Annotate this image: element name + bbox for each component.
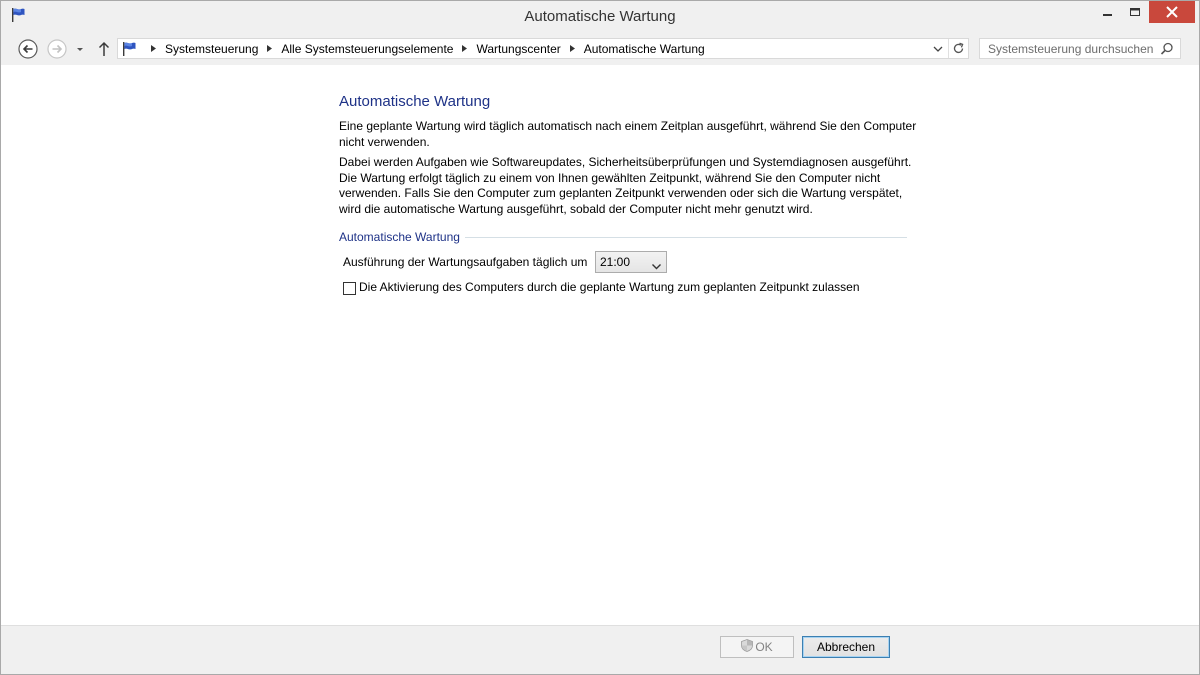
breadcrumb-item[interactable]: Alle Systemsteuerungselemente xyxy=(281,42,453,56)
close-icon xyxy=(1166,6,1178,18)
window: Automatische Wartung Systemsteuerung All… xyxy=(0,0,1200,675)
ok-button[interactable]: OK xyxy=(720,636,794,658)
navigation-bar: Systemsteuerung Alle Systemsteuerungsele… xyxy=(1,33,1199,65)
back-button[interactable] xyxy=(17,38,39,60)
breadcrumb-item[interactable]: Wartungscenter xyxy=(476,42,560,56)
wake-computer-label[interactable]: Die Aktivierung des Computers durch die … xyxy=(359,280,860,294)
chevron-down-icon xyxy=(77,48,83,51)
control-panel-flag-icon xyxy=(121,41,137,60)
up-arrow-icon xyxy=(98,41,110,56)
breadcrumb-item[interactable]: Systemsteuerung xyxy=(165,42,258,56)
back-arrow-icon xyxy=(18,39,38,59)
search-icon[interactable] xyxy=(1160,42,1174,59)
minimize-button[interactable] xyxy=(1094,1,1121,23)
maximize-button[interactable] xyxy=(1121,1,1149,23)
dialog-footer: OK Abbrechen xyxy=(1,626,1199,674)
search-box[interactable]: Systemsteuerung durchsuchen xyxy=(979,38,1181,59)
breadcrumb-separator-icon[interactable] xyxy=(462,45,468,52)
intro-text: Eine geplante Wartung wird täglich autom… xyxy=(339,119,917,149)
recent-locations-button[interactable] xyxy=(73,38,87,60)
breadcrumb: Systemsteuerung Alle Systemsteuerungsele… xyxy=(142,39,705,58)
search-input[interactable]: Systemsteuerung durchsuchen xyxy=(988,42,1153,56)
time-label: Ausführung der Wartungsaufgaben täglich … xyxy=(343,255,588,269)
time-select[interactable]: 21:00 xyxy=(595,251,667,273)
breadcrumb-separator-icon[interactable] xyxy=(267,45,273,52)
page-title: Automatische Wartung xyxy=(339,93,491,110)
up-button[interactable] xyxy=(93,38,115,60)
address-history-button[interactable] xyxy=(928,39,948,58)
group-divider xyxy=(465,237,907,238)
minimize-icon xyxy=(1103,14,1112,16)
close-button[interactable] xyxy=(1149,1,1195,23)
cancel-button[interactable]: Abbrechen xyxy=(802,636,890,658)
breadcrumb-separator-icon[interactable] xyxy=(151,45,156,52)
group-title: Automatische Wartung xyxy=(339,230,460,244)
description-text: Dabei werden Aufgaben wie Softwareupdate… xyxy=(339,155,912,216)
breadcrumb-separator-icon[interactable] xyxy=(569,45,575,52)
chevron-down-icon xyxy=(933,46,943,52)
refresh-button[interactable] xyxy=(948,39,969,58)
maximize-icon xyxy=(1130,8,1140,16)
chevron-down-icon xyxy=(652,259,661,273)
address-bar[interactable]: Systemsteuerung Alle Systemsteuerungsele… xyxy=(117,38,969,59)
main-content: Automatische Wartung Eine geplante Wartu… xyxy=(1,65,1199,625)
wake-computer-checkbox[interactable] xyxy=(343,282,356,295)
breadcrumb-item[interactable]: Automatische Wartung xyxy=(584,42,705,56)
time-select-value: 21:00 xyxy=(600,255,631,269)
forward-button[interactable] xyxy=(46,38,68,60)
ok-button-label: OK xyxy=(755,640,773,654)
refresh-icon xyxy=(953,42,964,54)
forward-arrow-icon xyxy=(47,39,67,59)
window-title: Automatische Wartung xyxy=(524,8,676,25)
title-bar: Automatische Wartung xyxy=(1,1,1199,33)
uac-shield-icon xyxy=(741,638,754,658)
